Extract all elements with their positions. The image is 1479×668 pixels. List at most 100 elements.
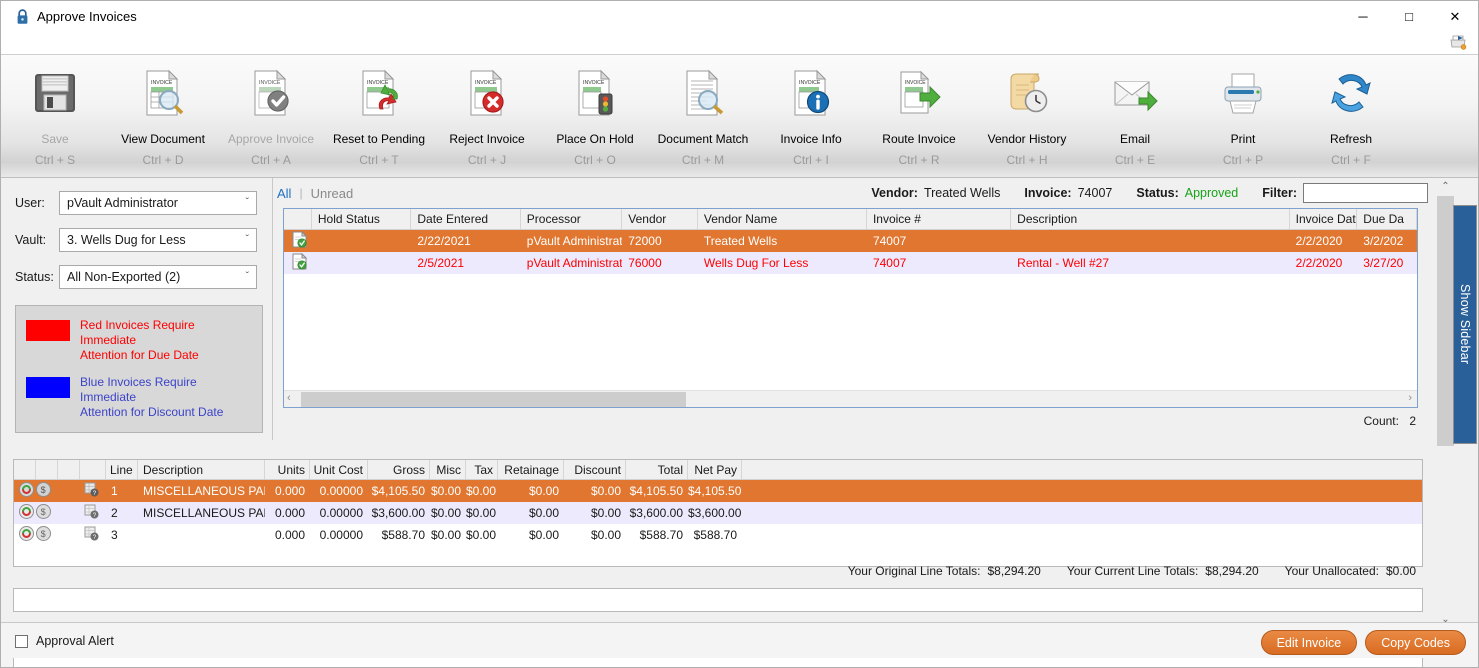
line-item-row[interactable]: $ ? 2 MISCELLANEOUS PARTS 0.000 0.00000 … [14,502,1422,524]
main-vscrollbar[interactable]: ⌃ ⌄ [1437,178,1454,628]
col-line[interactable]: Line [106,460,138,479]
save-label: Save [41,132,69,146]
user-value: pVault Administrator [67,196,178,210]
detail-info-icon[interactable]: ? [80,526,106,544]
col-date-entered[interactable]: Date Entered [411,209,521,229]
gl-code-icon[interactable] [14,482,36,500]
document-match-shortcut: Ctrl + M [681,153,725,167]
status-select[interactable]: All Non-Exported (2) ˇ [59,265,257,289]
col-misc[interactable]: Misc [430,460,466,479]
ribbon-toolbar: Save Ctrl + S INVOICE View Document Ctrl… [1,54,1478,178]
place-on-hold-label: Place On Hold [556,132,634,146]
vendor-history-button[interactable]: Vendor History Ctrl + H [973,59,1081,167]
col-total[interactable]: Total [626,460,688,479]
count-label: Count: [1363,414,1399,428]
cell-invoice-no: 74007 [872,234,907,248]
print-button[interactable]: Print Ctrl + P [1189,59,1297,167]
gl-code-icon[interactable] [14,526,36,544]
status-label: Status: [1136,186,1179,200]
reset-to-pending-button[interactable]: INVOICE Reset to Pending Ctrl + T [325,59,433,167]
col-net-pay[interactable]: Net Pay [688,460,742,479]
cell-net-pay: $4,105.50 [688,484,742,498]
vault-select[interactable]: 3. Wells Dug for Less ˇ [59,228,257,252]
tab-all[interactable]: All [277,186,291,201]
email-button[interactable]: Email Ctrl + E [1081,59,1189,167]
envelope-icon [1104,62,1166,124]
vscroll-thumb[interactable] [1437,196,1454,446]
line-item-row[interactable]: $ ? 1 MISCELLANEOUS PARTS 0.000 0.00000 … [14,480,1422,502]
col-description[interactable]: Description [1011,209,1290,229]
reject-invoice-button[interactable]: INVOICE Reject Invoice Ctrl + J [433,59,541,167]
col-discount[interactable]: Discount [564,460,626,479]
user-select[interactable]: pVault Administrator ˇ [59,191,257,215]
table-row[interactable]: 2/22/2021 pVault Administrator 72000 Tre… [284,230,1417,252]
cell-discount: $0.00 [590,528,621,542]
col-ln-description[interactable]: Description [138,460,265,479]
invoice-value: 74007 [1077,186,1113,200]
col-tax[interactable]: Tax [466,460,498,479]
col-due-date[interactable]: Due Da [1357,209,1417,229]
col-vendor[interactable]: Vendor [622,209,698,229]
cell-misc: $0.00 [430,528,461,542]
amount-icon[interactable]: $ [36,504,58,522]
selected-invoice-summary: Vendor: Treated Wells Invoice: 74007 Sta… [871,183,1428,203]
svg-text:INVOICE: INVOICE [583,80,605,86]
scroll-up-icon[interactable]: ⌃ [1437,178,1454,195]
maximize-button[interactable]: □ [1386,1,1432,32]
amount-icon[interactable]: $ [36,526,58,544]
place-on-hold-button[interactable]: INVOICE Place On Hold Ctrl + O [541,59,649,167]
detail-info-icon[interactable]: ? [80,482,106,500]
legend-red: Red Invoices Require Immediate Attention … [26,318,252,363]
window-title: Approve Invoices [37,9,137,24]
view-document-button[interactable]: INVOICE View Document Ctrl + D [109,59,217,167]
scroll-right-icon[interactable]: › [1408,392,1412,404]
print-label: Print [1230,132,1256,146]
chevron-down-icon: ˇ [245,234,249,245]
gl-code-icon[interactable] [14,504,36,522]
hscroll-thumb[interactable] [301,392,686,407]
minimize-button[interactable]: ─ [1340,1,1386,32]
tab-unread[interactable]: Unread [311,186,354,201]
route-invoice-button[interactable]: INVOICE Route Invoice Ctrl + R [865,59,973,167]
detail-info-icon[interactable]: ? [80,504,106,522]
scroll-left-icon[interactable]: ‹ [287,392,291,404]
col-vendor-name[interactable]: Vendor Name [698,209,867,229]
invoice-grid-hscrollbar[interactable]: ‹ › [284,390,1417,407]
table-row[interactable]: 2/5/2021 pVault Administrator 76000 Well… [284,252,1417,274]
scroll-clock-icon [996,62,1058,124]
refresh-label: Refresh [1329,132,1373,146]
col-units[interactable]: Units [265,460,310,479]
blue-swatch [26,377,70,398]
filter-label: Filter: [1262,186,1297,200]
refresh-button[interactable]: Refresh Ctrl + F [1297,59,1405,167]
checkbox-box[interactable] [15,634,28,648]
cell-misc: $0.00 [430,506,461,520]
copy-codes-button[interactable]: Copy Codes [1365,630,1466,655]
col-icon[interactable] [284,209,312,229]
invoice-info-button[interactable]: INVOICE Invoice Info Ctrl + I [757,59,865,167]
filter-input[interactable] [1303,183,1428,203]
approval-alert-checkbox[interactable]: Approval Alert [15,634,114,648]
printer-small-icon[interactable] [1448,33,1468,54]
cell-unit-cost: 0.00000 [319,506,363,520]
col-unit-cost[interactable]: Unit Cost [310,460,368,479]
invoice-grid[interactable]: Hold Status Date Entered Processor Vendo… [283,208,1418,408]
footer-buttons: Edit Invoice Copy Codes [1260,630,1466,655]
refresh-arrows-icon [1320,62,1382,124]
col-gross[interactable]: Gross [368,460,430,479]
col-hold-status[interactable]: Hold Status [312,209,412,229]
col-invoice-date[interactable]: Invoice Date [1290,209,1358,229]
col-invoice-no[interactable]: Invoice # [867,209,1012,229]
col-processor[interactable]: Processor [521,209,623,229]
svg-text:INVOICE: INVOICE [259,80,281,86]
line-item-grid[interactable]: Line Description Units Unit Cost Gross M… [13,459,1423,567]
edit-invoice-button[interactable]: Edit Invoice [1260,630,1358,655]
status-value: All Non-Exported (2) [67,270,181,284]
document-match-button[interactable]: Document Match Ctrl + M [649,59,757,167]
col-retainage[interactable]: Retainage [498,460,564,479]
show-sidebar-tab[interactable]: Show Sidebar [1453,205,1477,444]
amount-icon[interactable]: $ [36,482,58,500]
close-button[interactable]: ✕ [1432,1,1478,32]
notes-field[interactable] [13,588,1423,612]
line-item-row[interactable]: $ ? 3 0.000 0.00000 $588.70 $0.00 $0.00 … [14,524,1422,546]
